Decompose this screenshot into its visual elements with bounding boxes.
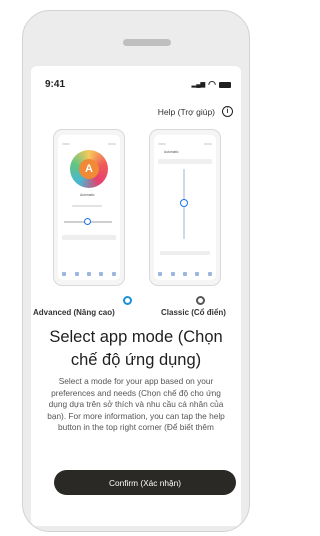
classic-profile-label: Automatic [164,150,179,154]
battery-icon [219,81,231,88]
help-button[interactable]: Help (Trợ giúp) i [158,106,233,117]
page-title: Select app mode (Chọn chế độ ứng dụng) [49,328,223,369]
advanced-nav-bar [58,272,120,276]
status-icons: ▂▄▆ ◠ [192,79,231,90]
classic-nav-bar [154,272,216,276]
advanced-mode-label: Advanced (Nâng cao) [33,308,115,317]
wifi-icon: ◠ [208,79,216,89]
advanced-profile-label: Automatic [80,193,95,197]
mode-description: Select a mode for your app based on your… [47,376,225,432]
classic-segment-control [158,159,212,164]
device-frame: 9:41 ▂▄▆ ◠ Help (Trợ giúp) i A Automatic [22,10,250,532]
program-badge: A [79,159,99,179]
confirm-button[interactable]: Confirm (Xác nhận) [54,470,236,495]
advanced-radio[interactable] [123,296,132,305]
classic-mode-label: Classic (Cổ điển) [161,308,226,317]
advanced-mode-preview[interactable]: A Automatic [53,129,125,286]
signal-icon: ▂▄▆ [191,82,206,88]
info-icon: i [222,106,233,117]
classic-volume-knob [180,199,188,207]
app-screen: 9:41 ▂▄▆ ◠ Help (Trợ giúp) i A Automatic [31,66,241,526]
sound-ring-icon: A [70,150,108,188]
classic-radio[interactable] [196,296,205,305]
volume-slider-knob [84,218,91,225]
speaker-slot [123,39,171,46]
help-label: Help (Trợ giúp) [157,106,215,117]
classic-mode-preview[interactable]: Automatic [149,129,221,286]
status-time: 9:41 [45,79,66,90]
